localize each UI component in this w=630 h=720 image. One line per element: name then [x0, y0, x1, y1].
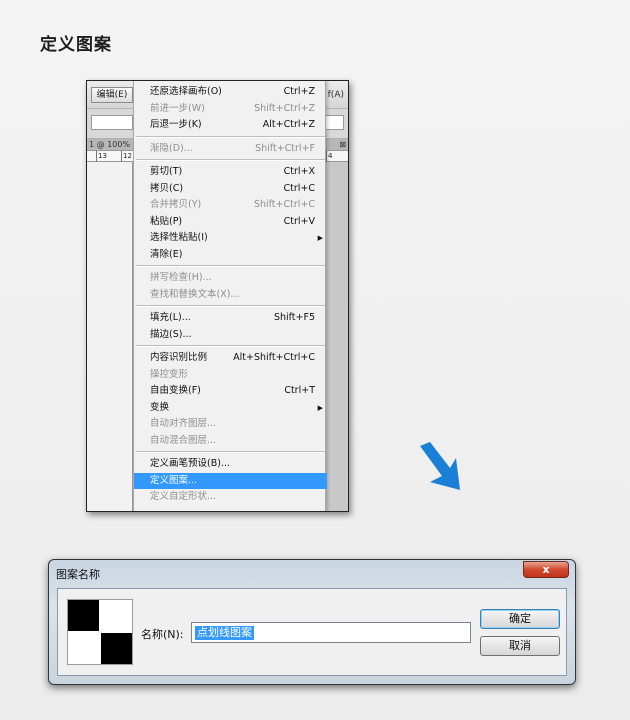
ruler-number: 12 — [123, 152, 132, 160]
menu-item[interactable]: 剪切(T) Ctrl+X — [134, 164, 327, 180]
menu-item-label: 描边(S)... — [150, 328, 192, 340]
menu-item: 合并拷贝(Y) Shift+Ctrl+C — [134, 197, 327, 213]
pattern-name-dialog: 图案名称 x 名称(N): 点划线图案 确定 取消 — [48, 559, 576, 685]
pattern-square — [101, 633, 132, 664]
menu-separator — [136, 159, 325, 161]
ruler-tick — [96, 151, 97, 162]
menu-item-shortcut: Ctrl+Z — [283, 86, 315, 97]
menu-item-label: 自动混合图层... — [150, 434, 217, 446]
menu-item-label: 内容识别比例 — [150, 352, 208, 363]
menu-item-label: 定义图案... — [150, 474, 198, 486]
canvas-document — [87, 162, 133, 511]
menu-item-label: 渐隐(D)... — [150, 142, 193, 154]
ok-button[interactable]: 确定 — [480, 609, 560, 629]
options-input[interactable] — [91, 115, 133, 130]
dialog-title: 图案名称 — [56, 568, 100, 581]
name-label: 名称(N): — [141, 628, 184, 641]
menu-item[interactable]: 定义画笔预设(B)... — [134, 456, 327, 472]
menu-item-shortcut: Shift+F5 — [273, 312, 315, 323]
menu-item-label: 自由变换(F) — [150, 385, 201, 396]
menu-item[interactable]: 描边(S)... — [134, 327, 327, 343]
menu-item-label: 前进一步(W) — [150, 102, 205, 114]
edit-menu-button[interactable]: 编辑(E) — [91, 87, 133, 103]
menu-item[interactable]: 变换 ▶ — [134, 400, 327, 416]
menu-item-label: 变换 — [150, 401, 170, 413]
menu-item-label: 拼写检查(H)... — [150, 272, 212, 283]
menu-separator — [136, 305, 325, 307]
dialog-body: 名称(N): 点划线图案 确定 取消 — [57, 588, 567, 676]
menu-item-shortcut: Ctrl+X — [283, 166, 315, 177]
menu-item-label: 粘贴(P) — [150, 215, 183, 227]
menu-item-shortcut: Shift+Ctrl+C — [253, 199, 315, 210]
pattern-name-value: 点划线图案 — [195, 626, 254, 640]
menu-item[interactable]: 后退一步(K) Alt+Ctrl+Z — [134, 117, 327, 133]
menu-item-shortcut: Shift+Ctrl+F — [255, 142, 315, 154]
menu-item-shortcut: Ctrl+C — [283, 182, 316, 194]
menu-item-label: 剪切(T) — [150, 166, 183, 177]
menu-item: 渐隐(D)... Shift+Ctrl+F — [134, 141, 327, 157]
menu-item: 操控变形 — [134, 367, 327, 383]
menu-item: 查找和替换文本(X)... — [134, 287, 327, 303]
menu-item-label: 自动对齐图层... — [150, 418, 217, 429]
menu-item-label: 后退一步(K) — [150, 119, 202, 130]
diagonal-arrow-down-right-icon — [420, 442, 460, 490]
menu-item: 拼写检查(H)... — [134, 270, 327, 286]
submenu-arrow-icon: ▶ — [317, 403, 323, 412]
ruler-number: 4 — [328, 152, 333, 160]
menu-separator — [136, 265, 325, 267]
menu-item-label: 拷贝(C) — [150, 182, 184, 194]
menu-item-shortcut: Ctrl+V — [283, 215, 315, 227]
ruler-number: 13 — [98, 152, 107, 160]
close-icon[interactable]: ⊠ — [339, 139, 346, 151]
menu-item[interactable]: 还原选择画布(O) Ctrl+Z — [134, 84, 327, 100]
menu-separator — [136, 135, 325, 138]
dialog-close-button[interactable]: x — [523, 561, 569, 578]
pattern-name-input[interactable]: 点划线图案 — [191, 622, 471, 643]
menu-item: 前进一步(W) Shift+Ctrl+Z — [134, 101, 327, 117]
menu-item: 自动对齐图层... — [134, 416, 327, 432]
menu-item: 定义自定形状... — [134, 489, 327, 505]
menu-separator — [136, 451, 325, 453]
menu-item: 自动混合图层... — [134, 433, 327, 449]
menu-item-shortcut: Ctrl+T — [284, 385, 315, 396]
ruler-tick — [121, 151, 122, 162]
menu-item-label: 填充(L)... — [150, 312, 191, 323]
menu-item[interactable]: 填充(L)... Shift+F5 — [134, 310, 327, 326]
menu-item-label: 定义自定形状... — [150, 491, 217, 502]
menu-item-label: 还原选择画布(O) — [150, 86, 222, 97]
menubar-item-stub[interactable]: f(A) — [328, 90, 344, 100]
menu-separator — [136, 345, 325, 347]
menu-item[interactable]: 拷贝(C) Ctrl+C — [134, 181, 327, 197]
menu-item-label: 清除(E) — [150, 248, 183, 260]
menu-item-label: 定义画笔预设(B)... — [150, 458, 230, 469]
menu-item-shortcut: Alt+Shift+Ctrl+C — [233, 352, 315, 363]
submenu-arrow-icon: ▶ — [317, 234, 323, 242]
menu-item-shortcut: Alt+Ctrl+Z — [262, 119, 315, 130]
page-title: 定义图案 — [40, 35, 112, 55]
menu-item[interactable]: 定义图案... — [134, 472, 327, 489]
menu-item[interactable]: 选择性粘贴(I) ▶ — [134, 230, 327, 246]
menu-item-label: 选择性粘贴(I) — [150, 232, 208, 243]
document-tab-label: 1 @ 100% — [89, 140, 131, 149]
cancel-button[interactable]: 取消 — [480, 636, 560, 656]
menu-item-label: 查找和替换文本(X)... — [150, 288, 240, 300]
edit-dropdown-menu: 还原选择画布(O) Ctrl+Z 前进一步(W) Shift+Ctrl+Z 后退一步(K… — [133, 81, 327, 511]
photoshop-screenshot: 编辑(E) f(A) 1 @ 100% ⊠ 13 12 4 还原选择画布(O) C… — [86, 80, 349, 512]
menu-item[interactable]: 自由变换(F) Ctrl+T — [134, 383, 327, 399]
pattern-square — [68, 600, 99, 631]
menu-item-label: 操控变形 — [150, 368, 189, 380]
menu-item-label: 合并拷贝(Y) — [150, 199, 202, 210]
menu-item[interactable]: 内容识别比例 Alt+Shift+Ctrl+C — [134, 350, 327, 366]
menu-item[interactable]: 粘贴(P) Ctrl+V — [134, 214, 327, 230]
menu-item[interactable]: 清除(E) — [134, 247, 327, 263]
pattern-preview — [67, 599, 133, 665]
menu-item-shortcut: Shift+Ctrl+Z — [254, 102, 315, 114]
